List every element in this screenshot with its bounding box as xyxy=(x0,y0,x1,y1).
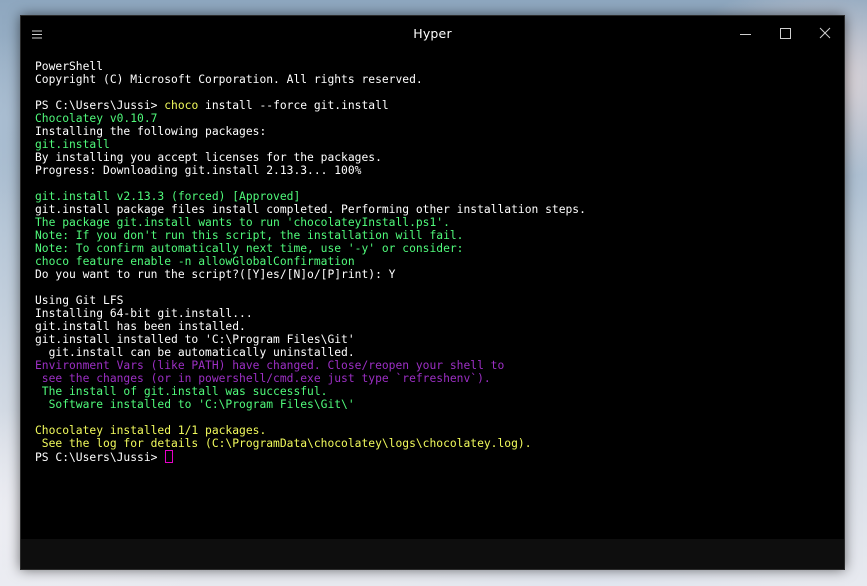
terminal-text-segment: install --force git.install xyxy=(198,99,389,112)
terminal-line: By installing you accept licenses for th… xyxy=(35,151,834,164)
terminal-text-segment: PS C:\Users\Jussi> xyxy=(35,451,165,464)
terminal-text: git.install installed to 'C:\Program Fil… xyxy=(35,333,355,346)
terminal-line: git.install installed to 'C:\Program Fil… xyxy=(35,333,834,346)
terminal-text: choco feature enable -n allowGlobalConfi… xyxy=(35,255,355,268)
text-cursor[interactable] xyxy=(165,450,174,463)
hyper-terminal-window: Hyper PowerShell Copyright (C) Microsoft … xyxy=(20,15,845,570)
terminal-line: Installing the following packages: xyxy=(35,125,834,138)
terminal-line: Note: If you don't run this script, the … xyxy=(35,229,834,242)
terminal-text: See the log for details (C:\ProgramData\… xyxy=(35,437,532,450)
terminal-line: PS C:\Users\Jussi> choco install --force… xyxy=(35,99,834,112)
terminal-line: The install of git.install was successfu… xyxy=(35,385,834,398)
terminal-line: git.install can be automatically uninsta… xyxy=(35,346,834,359)
terminal-text: git.install package files install comple… xyxy=(35,203,586,216)
terminal-line: Note: To confirm automatically next time… xyxy=(35,242,834,255)
terminal-text: The install of git.install was successfu… xyxy=(35,385,328,398)
terminal-text: By installing you accept licenses for th… xyxy=(35,151,382,164)
terminal-line: Using Git LFS xyxy=(35,294,834,307)
terminal-text: Environment Vars (like PATH) have change… xyxy=(35,359,505,372)
terminal-text: Note: To confirm automatically next time… xyxy=(35,242,464,255)
terminal-text: git.install xyxy=(35,138,110,151)
terminal-line: The package git.install wants to run 'ch… xyxy=(35,216,834,229)
terminal-text: PowerShell xyxy=(35,60,104,73)
terminal-text: git.install can be automatically uninsta… xyxy=(35,346,355,359)
terminal-line: Software installed to 'C:\Program Files\… xyxy=(35,398,834,411)
terminal-text: Copyright (C) Microsoft Corporation. All… xyxy=(35,73,423,86)
terminal-line: Copyright (C) Microsoft Corporation. All… xyxy=(35,73,834,86)
maximize-icon[interactable] xyxy=(777,26,793,42)
minimize-icon[interactable] xyxy=(738,26,754,42)
terminal-line: Do you want to run the script?([Y]es/[N]… xyxy=(35,268,834,281)
terminal-text: see the changes (or in powershell/cmd.ex… xyxy=(35,372,491,385)
terminal-line: PowerShell xyxy=(35,60,834,73)
terminal-line: Installing 64-bit git.install... xyxy=(35,307,834,320)
terminal-text-segment: PS C:\Users\Jussi> xyxy=(35,99,165,112)
terminal-line: choco feature enable -n allowGlobalConfi… xyxy=(35,255,834,268)
terminal-line: git.install v2.13.3 (forced) [Approved] xyxy=(35,190,834,203)
terminal-text-segment: choco xyxy=(164,99,199,112)
terminal-text: Chocolatey installed 1/1 packages. xyxy=(35,424,267,437)
terminal-line: git.install has been installed. xyxy=(35,320,834,333)
terminal-output[interactable]: PowerShell Copyright (C) Microsoft Corpor… xyxy=(35,60,834,539)
terminal-line: Chocolatey v0.10.7 xyxy=(35,112,834,125)
terminal-text: git.install has been installed. xyxy=(35,320,246,333)
terminal-line: PS C:\Users\Jussi> xyxy=(35,450,834,464)
terminal-text: Do you want to run the script?([Y]es/[N]… xyxy=(35,268,396,281)
terminal-text: Software installed to 'C:\Program Files\… xyxy=(35,398,355,411)
terminal-text: Chocolatey v0.10.7 xyxy=(35,112,158,125)
terminal-text: Progress: Downloading git.install 2.13.3… xyxy=(35,164,362,177)
terminal-text: Installing 64-bit git.install... xyxy=(35,307,253,320)
terminal-footer xyxy=(21,539,844,569)
window-title: Hyper xyxy=(413,26,452,41)
title-bar[interactable]: Hyper xyxy=(21,16,844,52)
terminal-text: Note: If you don't run this script, the … xyxy=(35,229,464,242)
close-icon[interactable] xyxy=(817,26,833,42)
terminal-line: git.install package files install comple… xyxy=(35,203,834,216)
terminal-text: Installing the following packages: xyxy=(35,125,267,138)
terminal-line: Progress: Downloading git.install 2.13.3… xyxy=(35,164,834,177)
terminal-line: git.install xyxy=(35,138,834,151)
terminal-text: Using Git LFS xyxy=(35,294,124,307)
terminal-text: The package git.install wants to run 'ch… xyxy=(35,216,450,229)
terminal-line: See the log for details (C:\ProgramData\… xyxy=(35,437,834,450)
terminal-line: Chocolatey installed 1/1 packages. xyxy=(35,424,834,437)
terminal-line: see the changes (or in powershell/cmd.ex… xyxy=(35,372,834,385)
terminal-line: Environment Vars (like PATH) have change… xyxy=(35,359,834,372)
terminal-text: git.install v2.13.3 (forced) [Approved] xyxy=(35,190,301,203)
